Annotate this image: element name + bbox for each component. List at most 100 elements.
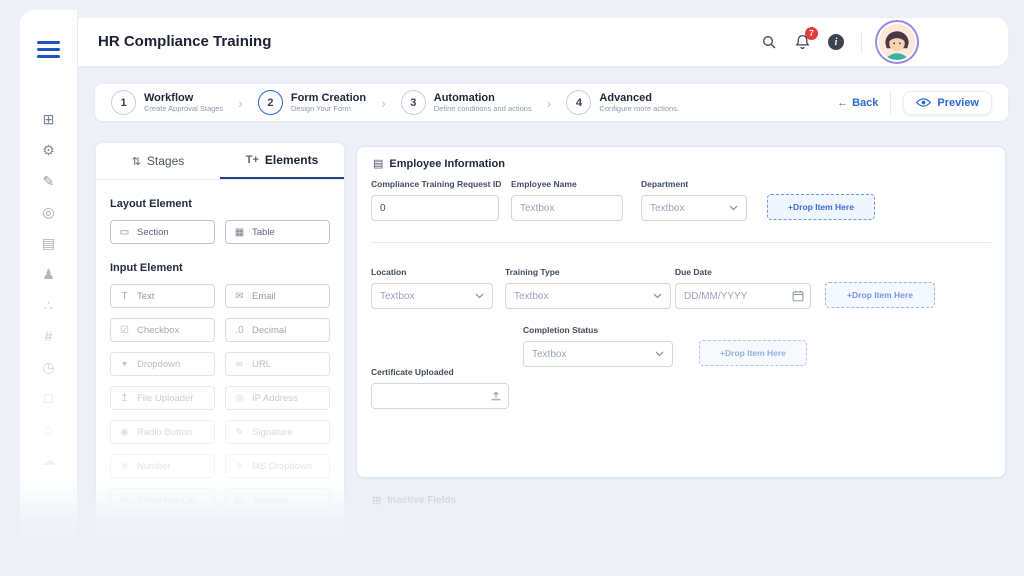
records-icon[interactable]: ◎ <box>42 205 54 219</box>
step-desc: Design Your Form <box>290 104 351 114</box>
location-select[interactable]: Textbox <box>371 283 493 309</box>
documents-icon[interactable]: ▤ <box>42 236 55 250</box>
element-table[interactable]: ▦ Table <box>225 220 330 244</box>
layout-element-grid: ▭ Section ▦ Table <box>110 220 330 244</box>
cloud-icon[interactable]: ☁ <box>42 453 56 467</box>
field-certificate-uploaded: Certificate Uploaded <box>371 367 509 409</box>
element-label: Decimal <box>252 324 287 336</box>
employee-name-input[interactable] <box>511 195 623 221</box>
element-file-uploader[interactable]: ↥ File Uploader <box>110 386 215 410</box>
step-desc: Define conditions and actions <box>433 104 532 114</box>
upload-icon[interactable] <box>490 390 502 402</box>
link-icon: ∞ <box>235 358 244 370</box>
element-radio-button[interactable]: ◉ Radio Button <box>110 420 215 444</box>
element-signature[interactable]: ✎ Signature <box>225 420 330 444</box>
palette-body: Layout Element ▭ Section ▦ Table Input E… <box>96 180 344 524</box>
ms-dropdown-icon: ≡ <box>236 460 243 472</box>
wizard-stepper: 1 Workflow Create Approval Stages › 2 Fo… <box>95 84 1008 121</box>
field-employee-name: Employee Name <box>511 179 623 221</box>
topbar: HR Compliance Training 7 i <box>78 18 1008 66</box>
notifications-bell-icon[interactable]: 7 <box>794 27 818 51</box>
drop-zone-2[interactable]: +Drop Item Here <box>825 282 935 308</box>
stages-icon: ⇅ <box>131 155 141 168</box>
back-button[interactable]: ← Back <box>837 97 878 109</box>
step-advanced[interactable]: 4 Advanced Configure more actions. <box>566 90 679 115</box>
field-label: Location <box>371 267 407 277</box>
element-label: Table <box>252 226 275 238</box>
user-avatar[interactable] <box>879 24 915 60</box>
element-dropdown[interactable]: ▾ Dropdown <box>110 352 215 376</box>
step-workflow[interactable]: 1 Workflow Create Approval Stages <box>111 90 223 115</box>
users-icon[interactable]: ♟ <box>42 267 55 281</box>
completion-status-select[interactable]: Textbox <box>523 341 673 367</box>
drop-zone-1[interactable]: +Drop Item Here <box>767 194 875 220</box>
element-ip-address[interactable]: ◎ IP Address <box>225 386 330 410</box>
element-decimal[interactable]: .0 Decimal <box>225 318 330 342</box>
element-label: Signature <box>252 426 293 438</box>
element-textarea[interactable]: ▤ Textarea <box>225 488 330 512</box>
field-location: Location Textbox <box>371 267 493 309</box>
step-number: 1 <box>111 90 136 115</box>
calendar-icon[interactable] <box>792 290 804 302</box>
element-label: Textarea <box>252 494 289 506</box>
request-id-input[interactable] <box>371 195 499 221</box>
element-checkbox[interactable]: ☑ Checkbox <box>110 318 215 342</box>
form-builder-icon[interactable]: ✎ <box>43 174 55 188</box>
step-number: 4 <box>566 90 592 115</box>
element-label: Section <box>137 226 169 238</box>
boards-icon[interactable]: ⊞ <box>43 112 55 126</box>
process-icon[interactable]: ⚙ <box>42 143 55 157</box>
element-checkbox-list[interactable]: ≔ Checkbox List <box>110 488 215 512</box>
department-select[interactable]: Textbox <box>641 195 747 221</box>
archive-icon[interactable]: □ <box>44 391 52 405</box>
element-label: IP Address <box>252 392 298 404</box>
field-label: Training Type <box>505 267 560 277</box>
home-icon[interactable]: ⌂ <box>44 422 52 436</box>
drop-zone-3[interactable]: +Drop Item Here <box>699 340 807 366</box>
textarea-icon: ▤ <box>234 494 245 506</box>
certificate-upload-input[interactable] <box>371 383 509 409</box>
element-url[interactable]: ∞ URL <box>225 352 330 376</box>
text-plus-icon: T+ <box>245 154 259 166</box>
ip-address-icon: ◎ <box>235 392 244 404</box>
step-number: 2 <box>257 90 283 115</box>
step-form-creation[interactable]: 2 Form Creation Design Your Form <box>257 90 366 115</box>
element-email[interactable]: ✉ Email <box>225 284 330 308</box>
element-label: Number <box>137 460 171 472</box>
info-icon[interactable]: i <box>828 34 844 50</box>
due-date-input[interactable] <box>675 283 811 309</box>
element-ms-dropdown[interactable]: ≡ MS Dropdown <box>225 454 330 478</box>
palette-tabs: ⇅ Stages T+ Elements <box>96 143 344 180</box>
input-element-grid: T Text ✉ Email ☑ Checkbox .0 Decimal ▾ D… <box>110 284 330 512</box>
step-automation[interactable]: 3 Automation Define conditions and actio… <box>400 90 532 115</box>
history-icon[interactable]: ◷ <box>42 360 54 374</box>
sidebar-nav: ⊞ ⚙ ✎ ◎ ▤ ♟ ∴ # ◷ □ ⌂ ☁ <box>20 112 77 467</box>
tab-elements[interactable]: T+ Elements <box>220 143 344 179</box>
step-desc: Create Approval Stages <box>144 104 224 114</box>
element-number[interactable]: # Number <box>110 454 215 478</box>
section-icon: ▭ <box>119 226 130 238</box>
element-section[interactable]: ▭ Section <box>110 220 215 244</box>
preview-button[interactable]: Preview <box>903 90 992 115</box>
search-icon[interactable] <box>761 34 777 50</box>
radio-icon: ◉ <box>120 426 129 438</box>
dropdown-icon: ▾ <box>121 358 128 370</box>
sidebar: ⊞ ⚙ ✎ ◎ ▤ ♟ ∴ # ◷ □ ⌂ ☁ <box>20 10 78 576</box>
section-header: ▤ Employee Information <box>373 157 505 171</box>
email-icon: ✉ <box>235 290 244 302</box>
element-label: Text <box>137 290 155 302</box>
inactive-fields-toggle[interactable]: ⊞ Inactive Fields <box>372 494 456 507</box>
chevron-right-icon: › <box>238 94 243 111</box>
field-request-id: Compliance Training Request ID <box>371 179 501 221</box>
tab-stages[interactable]: ⇅ Stages <box>96 143 220 179</box>
integrations-icon[interactable]: # <box>45 329 53 343</box>
element-palette: ⇅ Stages T+ Elements Layout Element ▭ Se… <box>95 142 345 556</box>
app-root: ⊞ ⚙ ✎ ◎ ▤ ♟ ∴ # ◷ □ ⌂ ☁ HR Compliance Tr… <box>0 0 1024 576</box>
element-label: Email <box>252 290 276 302</box>
training-type-select[interactable]: Textbox <box>505 283 671 309</box>
element-text[interactable]: T Text <box>110 284 215 308</box>
menu-icon[interactable] <box>37 41 60 58</box>
stepper-actions: ← Back Preview <box>837 90 992 115</box>
inactive-fields-icon: ⊞ <box>372 495 382 507</box>
nodes-icon[interactable]: ∴ <box>44 298 53 312</box>
